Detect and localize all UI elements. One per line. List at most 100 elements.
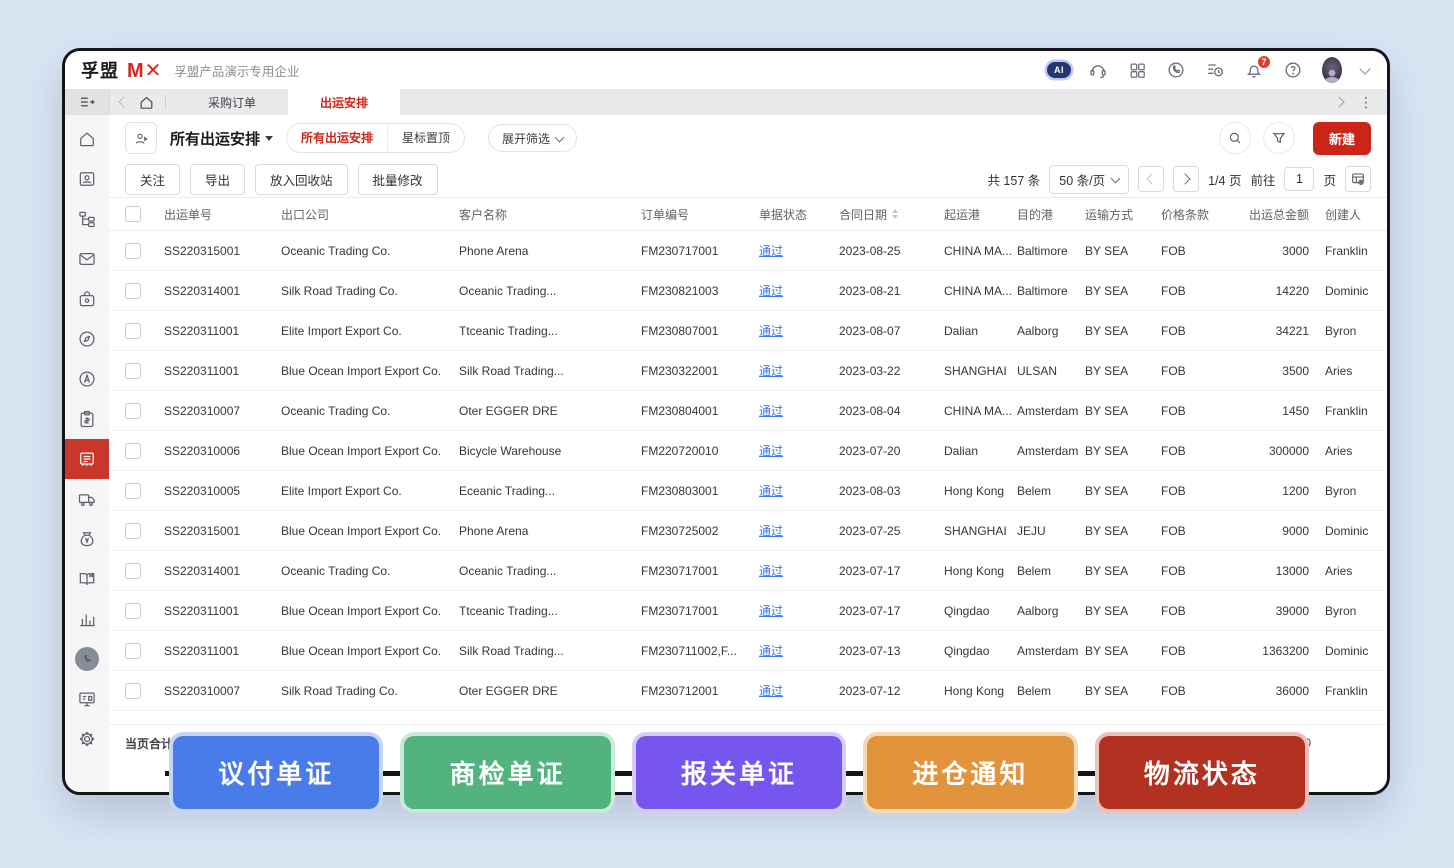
column-header[interactable]: 客户名称: [459, 206, 507, 223]
table-row[interactable]: SS220315001Blue Ocean Import Export Co.P…: [109, 511, 1387, 551]
sidebar-item-home[interactable]: [65, 119, 109, 159]
sidebar-item-shipping-docs[interactable]: [65, 439, 109, 479]
row-checkbox[interactable]: [125, 683, 141, 699]
table-row[interactable]: SS220310007Silk Road Trading Co.Oter EGG…: [109, 671, 1387, 711]
row-checkbox[interactable]: [125, 363, 141, 379]
sidebar-item-settings-gear[interactable]: [65, 719, 109, 759]
sidebar-item-circle-a[interactable]: [65, 359, 109, 399]
column-header[interactable]: 价格条款: [1161, 206, 1209, 223]
column-header[interactable]: 订单编号: [641, 206, 689, 223]
sidebar-collapse-button[interactable]: [65, 89, 110, 115]
status-link[interactable]: 通过: [759, 642, 783, 659]
sort-icon[interactable]: [892, 209, 898, 219]
follow-button[interactable]: 关注: [125, 164, 180, 195]
select-all-checkbox[interactable]: [125, 206, 141, 222]
user-avatar[interactable]: [1322, 60, 1342, 80]
row-checkbox[interactable]: [125, 523, 141, 539]
owner-filter-button[interactable]: [125, 122, 157, 154]
column-header[interactable]: 创建人: [1325, 206, 1361, 223]
column-header[interactable]: 运输方式: [1085, 206, 1133, 223]
sidebar-item-compass[interactable]: [65, 319, 109, 359]
home-tab-icon[interactable]: [138, 94, 155, 111]
view-selector[interactable]: 所有出运安排: [170, 128, 273, 149]
sidebar-item-mail[interactable]: [65, 239, 109, 279]
batch-edit-button[interactable]: 批量修改: [358, 164, 438, 195]
column-settings-button[interactable]: [1345, 166, 1371, 192]
whatsapp-icon[interactable]: [1166, 60, 1186, 80]
avatar-chevron-down-icon[interactable]: [1359, 63, 1370, 74]
expand-filter-button[interactable]: 展开筛选: [488, 124, 577, 152]
column-header[interactable]: 出运单号: [164, 206, 212, 223]
status-link[interactable]: 通过: [759, 322, 783, 339]
task-history-icon[interactable]: [1205, 60, 1225, 80]
sidebar-item-whatsapp[interactable]: [65, 639, 109, 679]
flow-button-negotiation-docs[interactable]: 议付单证: [173, 736, 379, 809]
table-row[interactable]: SS220311001Blue Ocean Import Export Co.S…: [109, 351, 1387, 391]
next-page-button[interactable]: [1173, 166, 1199, 192]
status-link[interactable]: 通过: [759, 522, 783, 539]
sidebar-item-workbench-monitor[interactable]: [65, 679, 109, 719]
goto-page-input[interactable]: [1284, 167, 1314, 191]
row-checkbox[interactable]: [125, 563, 141, 579]
status-link[interactable]: 通过: [759, 482, 783, 499]
more-options-icon[interactable]: ⋮: [1359, 95, 1373, 109]
notifications-bell-icon[interactable]: 7: [1244, 60, 1264, 80]
status-link[interactable]: 通过: [759, 282, 783, 299]
new-record-button[interactable]: 新建: [1313, 122, 1371, 155]
row-checkbox[interactable]: [125, 603, 141, 619]
column-header[interactable]: 出口公司: [281, 206, 329, 223]
row-checkbox[interactable]: [125, 443, 141, 459]
pill-all-shipments[interactable]: 所有出运安排: [287, 125, 388, 151]
flow-button-warehouse-notice[interactable]: 进仓通知: [867, 736, 1073, 809]
flow-button-inspection-docs[interactable]: 商检单证: [404, 736, 610, 809]
ai-assistant-icon[interactable]: AI: [1049, 60, 1069, 80]
table-row[interactable]: SS220315001Oceanic Trading Co.Phone Aren…: [109, 231, 1387, 271]
back-chevron-icon[interactable]: [118, 96, 129, 107]
table-row[interactable]: SS220310007Oceanic Trading Co.Oter EGGER…: [109, 391, 1387, 431]
row-checkbox[interactable]: [125, 283, 141, 299]
row-checkbox[interactable]: [125, 323, 141, 339]
status-link[interactable]: 通过: [759, 602, 783, 619]
table-row[interactable]: SS220311001Blue Ocean Import Export Co.T…: [109, 591, 1387, 631]
headset-support-icon[interactable]: [1088, 60, 1108, 80]
status-link[interactable]: 通过: [759, 682, 783, 699]
filter-funnel-button[interactable]: [1263, 122, 1295, 154]
sidebar-item-org-structure[interactable]: [65, 199, 109, 239]
column-header[interactable]: 出运总金额: [1249, 206, 1309, 223]
pill-starred-top[interactable]: 星标置顶: [388, 125, 464, 151]
column-header[interactable]: 单据状态: [759, 206, 807, 223]
help-icon[interactable]: [1283, 60, 1303, 80]
row-checkbox[interactable]: [125, 483, 141, 499]
sidebar-item-contacts[interactable]: [65, 159, 109, 199]
sidebar-item-finance-moneybag[interactable]: [65, 519, 109, 559]
table-row[interactable]: SS220311001Elite Import Export Co.Ttcean…: [109, 311, 1387, 351]
status-link[interactable]: 通过: [759, 562, 783, 579]
sidebar-item-ledger-book[interactable]: [65, 559, 109, 599]
tab-purchase-orders[interactable]: 采购订单: [176, 89, 288, 115]
tab-shipping-arrangement[interactable]: 出运安排: [288, 89, 400, 115]
sidebar-item-orders-clipboard[interactable]: [65, 399, 109, 439]
status-link[interactable]: 通过: [759, 442, 783, 459]
prev-page-button[interactable]: [1138, 166, 1164, 192]
sidebar-item-report-chart[interactable]: [65, 599, 109, 639]
recycle-bin-button[interactable]: 放入回收站: [255, 164, 348, 195]
apps-grid-icon[interactable]: [1127, 60, 1147, 80]
export-button[interactable]: 导出: [190, 164, 245, 195]
sidebar-item-logistics-truck[interactable]: [65, 479, 109, 519]
forward-chevron-icon[interactable]: [1333, 96, 1344, 107]
table-row[interactable]: SS220314001Silk Road Trading Co.Oceanic …: [109, 271, 1387, 311]
page-size-select[interactable]: 50 条/页: [1049, 165, 1129, 194]
column-header[interactable]: 目的港: [1017, 206, 1053, 223]
flow-button-logistics-status[interactable]: 物流状态: [1099, 736, 1305, 809]
sidebar-item-products-bag[interactable]: [65, 279, 109, 319]
search-button[interactable]: [1219, 122, 1251, 154]
row-checkbox[interactable]: [125, 643, 141, 659]
flow-button-customs-docs[interactable]: 报关单证: [636, 736, 842, 809]
column-header[interactable]: 起运港: [944, 206, 980, 223]
table-row[interactable]: SS220314001Oceanic Trading Co.Oceanic Tr…: [109, 551, 1387, 591]
table-row[interactable]: SS220310006Blue Ocean Import Export Co.B…: [109, 431, 1387, 471]
table-row[interactable]: SS220311001Blue Ocean Import Export Co.S…: [109, 631, 1387, 671]
row-checkbox[interactable]: [125, 403, 141, 419]
status-link[interactable]: 通过: [759, 402, 783, 419]
status-link[interactable]: 通过: [759, 242, 783, 259]
